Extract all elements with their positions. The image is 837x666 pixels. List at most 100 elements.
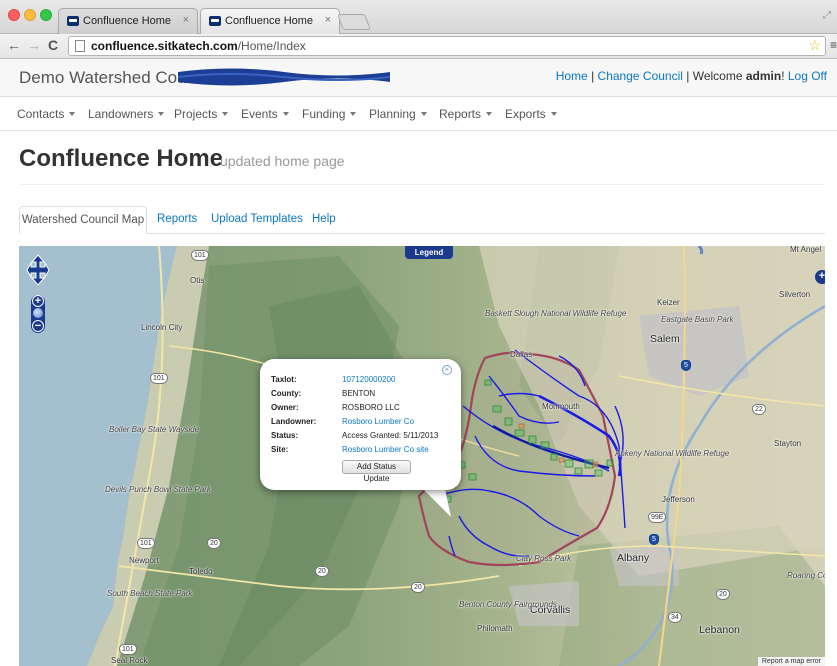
close-window-button[interactable] [8, 9, 20, 21]
back-arrow-icon[interactable]: ← [7, 37, 21, 53]
highway-shield: 20 [207, 538, 221, 549]
close-icon[interactable]: × [442, 365, 452, 375]
highway-shield: 101 [119, 644, 137, 655]
map-label-salem: Salem [650, 333, 680, 345]
map-label-eastgate-basin-park: Eastgate Basin Park [661, 315, 734, 324]
watershed-map[interactable]: Otis Lincoln City Salem Keizer Silverton… [19, 246, 825, 666]
map-label-dallas: Dallas [510, 350, 533, 359]
nav-exports[interactable]: Exports [505, 107, 557, 121]
close-icon[interactable]: × [325, 14, 331, 26]
reload-icon[interactable]: C [48, 37, 58, 53]
page-icon [75, 40, 85, 52]
app-header: Demo Watershed Council Home | Change Cou… [0, 59, 837, 97]
confluence-favicon-icon [209, 16, 221, 26]
highway-shield: 22 [752, 404, 766, 415]
change-council-link[interactable]: Change Council [598, 69, 683, 83]
caret-down-icon [222, 112, 229, 116]
zoom-control: + − [31, 295, 45, 333]
caret-down-icon [486, 112, 493, 116]
pan-arrows-icon[interactable] [26, 254, 50, 286]
taxlot-link[interactable]: 107120000200 [342, 375, 395, 384]
tab-reports[interactable]: Reports [157, 206, 197, 234]
minimize-window-button[interactable] [24, 9, 36, 21]
landowner-link[interactable]: Rosboro Lumber Co [342, 417, 414, 426]
report-map-error-link[interactable]: Report a map error [757, 657, 825, 666]
highway-shield: 20 [716, 589, 730, 600]
tab-help[interactable]: Help [312, 206, 336, 234]
highway-shield: 34 [668, 612, 682, 623]
map-label-clay-ross-park: Clay Ross Park [516, 554, 572, 563]
map-label-stayton: Stayton [774, 439, 802, 448]
highway-shield: 101 [150, 373, 168, 384]
globe-icon[interactable] [33, 308, 43, 318]
browser-toolbar: ← → C confluence.sitkatech.com/Home/Inde… [0, 34, 837, 59]
tab-watershed-council-map[interactable]: Watershed Council Map [19, 206, 147, 234]
nav-projects[interactable]: Projects [174, 107, 229, 121]
browser-tab-1[interactable]: Confluence Home × [58, 8, 198, 34]
nav-landowners[interactable]: Landowners [88, 107, 165, 121]
highway-shield: 20 [411, 582, 425, 593]
caret-down-icon [420, 112, 427, 116]
welcome-text: | Welcome [682, 69, 746, 83]
taxlot-popup: × Taxlot: 107120000200 County: BENTON Ow… [260, 359, 461, 490]
browser-titlebar: Confluence Home × Confluence Home × ⤢ [0, 0, 837, 34]
map-label-monmouth: Monmouth [542, 402, 580, 411]
nav-reports[interactable]: Reports [439, 107, 493, 121]
interstate-shield: 5 [681, 360, 691, 371]
caret-down-icon [69, 112, 76, 116]
nav-contacts[interactable]: Contacts [17, 107, 76, 121]
map-label-albany: Albany [617, 552, 650, 564]
map-label-south-beach: South Beach State Park [107, 589, 193, 598]
nav-events[interactable]: Events [241, 107, 289, 121]
address-bar[interactable]: confluence.sitkatech.com/Home/Index ☆ [68, 36, 826, 56]
browser-tab-title: Confluence Home [225, 15, 314, 27]
highway-shield: 101 [191, 250, 209, 261]
browser-tab-title: Confluence Home [83, 15, 172, 27]
map-label-lincoln-city: Lincoln City [141, 323, 183, 332]
close-icon[interactable]: × [183, 14, 189, 26]
map-label-mt-angel: Mt Angel [790, 246, 822, 254]
map-label-seal-rock: Seal Rock [111, 656, 148, 665]
map-label-lebanon: Lebanon [699, 624, 740, 636]
caret-down-icon [550, 112, 557, 116]
interstate-shield: 5 [649, 534, 659, 545]
highway-shield: 20 [315, 566, 329, 577]
map-label-keizer: Keizer [657, 298, 680, 307]
nav-funding[interactable]: Funding [302, 107, 357, 121]
zoom-in-icon[interactable]: + [32, 295, 44, 307]
separator: | [587, 69, 598, 83]
map-label-silverton: Silverton [779, 290, 811, 299]
home-link[interactable]: Home [556, 69, 588, 83]
add-status-update-button[interactable]: Add Status Update [342, 460, 411, 483]
map-label-toledo: Toledo [189, 567, 213, 576]
map-label-boiler-bay: Boiler Bay State Wayside [109, 425, 200, 434]
header-links: Home | Change Council | Welcome admin! L… [556, 69, 827, 83]
caret-down-icon [350, 112, 357, 116]
page-subtitle: updated home page [220, 153, 345, 169]
welcome-suffix: ! [781, 69, 788, 83]
confluence-favicon-icon [67, 16, 79, 26]
site-link[interactable]: Rosboro Lumber Co site [342, 445, 429, 454]
forward-arrow-icon[interactable]: → [27, 37, 41, 53]
log-off-link[interactable]: Log Off [788, 69, 827, 83]
layer-switcher-plus-icon[interactable]: + [815, 270, 825, 284]
main-nav: Contacts Landowners Projects Events Fund… [0, 97, 837, 131]
legend-button[interactable]: Legend [405, 246, 453, 259]
map-label-otis: Otis [190, 276, 205, 285]
caret-down-icon [158, 112, 165, 116]
hamburger-menu-icon[interactable]: ≡ [830, 38, 837, 52]
map-label-devils-punch-bowl: Devils Punch Bowl State Park [105, 485, 211, 494]
map-label-roaring: Roaring Co Pa [787, 572, 825, 580]
tab-upload-templates[interactable]: Upload Templates [211, 206, 303, 234]
highway-shield: 99E [648, 512, 667, 523]
bookmark-star-icon[interactable]: ☆ [808, 37, 821, 54]
zoom-out-icon[interactable]: − [32, 320, 44, 332]
new-tab-button[interactable] [337, 14, 371, 30]
fullscreen-icon[interactable]: ⤢ [823, 10, 831, 21]
watershed-wave-logo-icon [178, 68, 390, 86]
browser-tab-2[interactable]: Confluence Home × [200, 8, 340, 34]
zoom-window-button[interactable] [40, 9, 52, 21]
url-path: /Home/Index [237, 39, 306, 53]
nav-planning[interactable]: Planning [369, 107, 427, 121]
content-tabs: Watershed Council Map Reports Upload Tem… [19, 206, 825, 234]
